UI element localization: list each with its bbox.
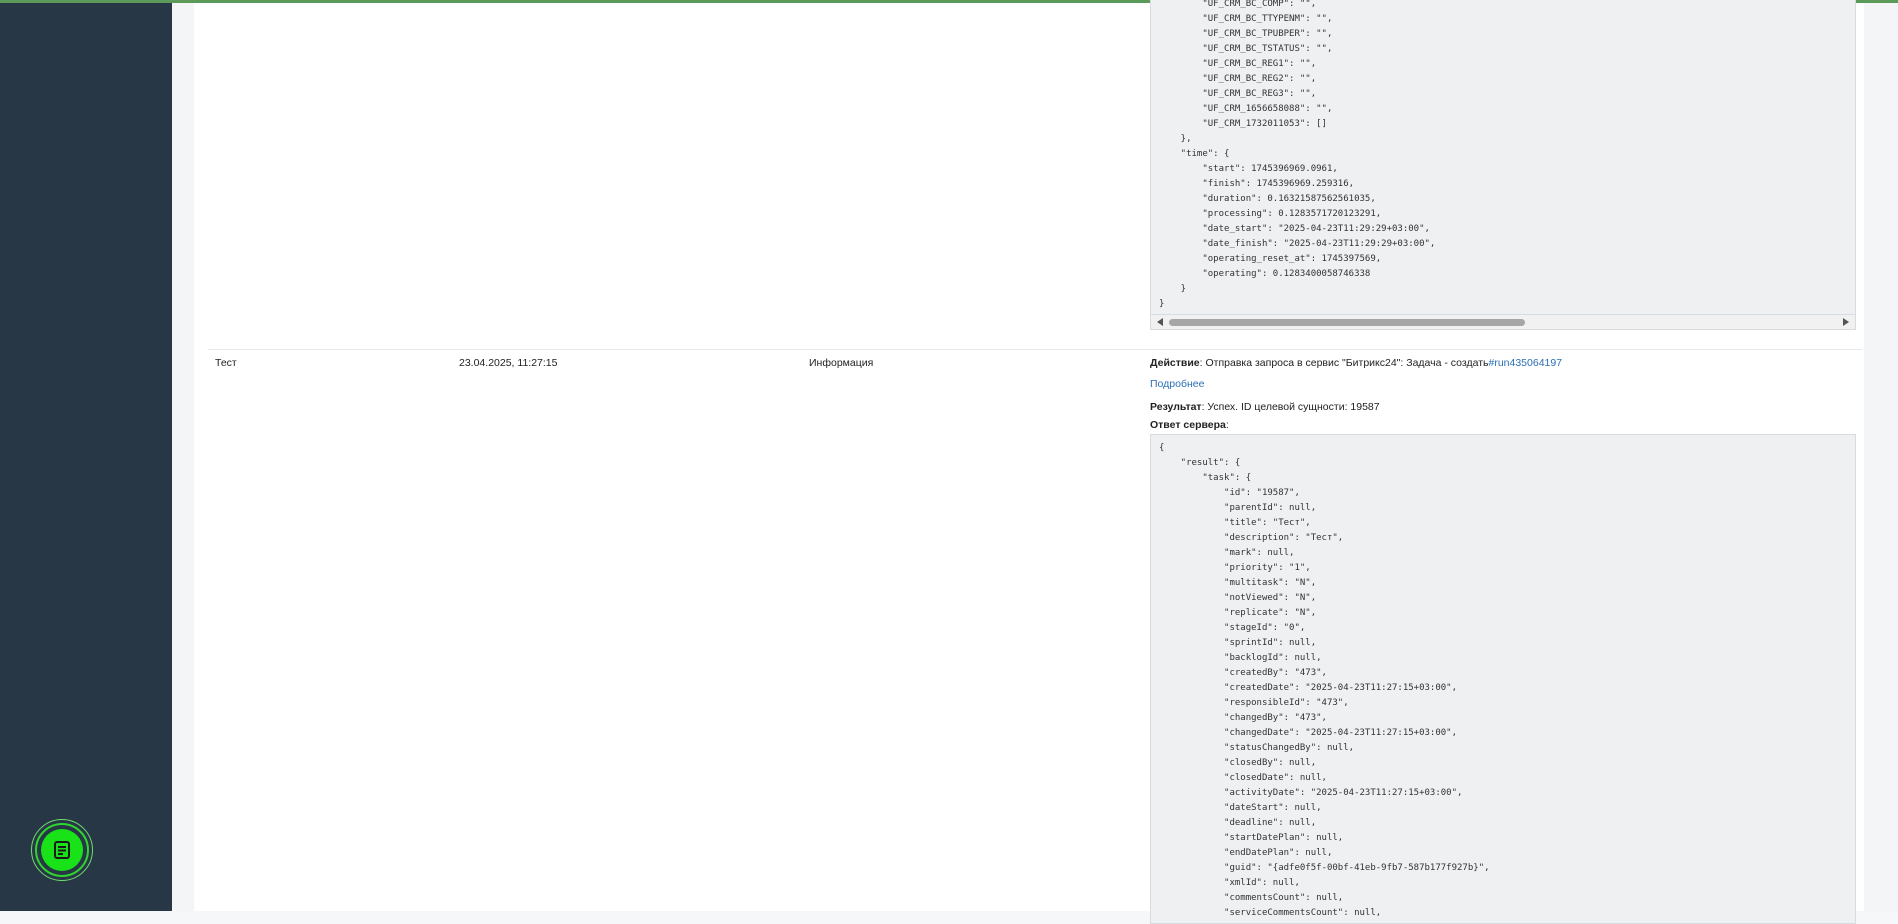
action-label: Действие: [1150, 357, 1200, 369]
code-line: "dateStart": null,: [1159, 803, 1322, 813]
document-lines-icon: [54, 841, 70, 859]
code-line: "id": "19587",: [1159, 488, 1300, 498]
code-line: "parentId": null,: [1159, 503, 1317, 513]
code-line: "date_start": "2025-04-23T11:29:29+03:00…: [1159, 224, 1430, 234]
code-line: "priority": "1",: [1159, 563, 1311, 573]
server-response-code-block-2: { "result": { "task": { "id": "19587", "…: [1150, 434, 1856, 924]
code-line: "mark": null,: [1159, 548, 1295, 558]
code-line: {: [1159, 443, 1165, 453]
code-line: "task": {: [1159, 473, 1252, 483]
code-line: "createdBy": "473",: [1159, 668, 1327, 678]
code-line: "operating": 0.1283400058746338: [1159, 269, 1371, 279]
code-line: }: [1159, 299, 1165, 309]
code-line: "xmlId": null,: [1159, 878, 1300, 888]
code-line: "stageId": "0",: [1159, 623, 1306, 633]
code-line: "result": {: [1159, 458, 1241, 468]
code-line: "UF_CRM_1732011053": []: [1159, 119, 1327, 129]
code-line: "finish": 1745396969.259316,: [1159, 179, 1355, 189]
code-line: "operating_reset_at": 1745397569,: [1159, 254, 1382, 264]
response-label: Ответ сервера: [1150, 419, 1226, 431]
code-line: "UF_CRM_BC_TTYPENM": "",: [1159, 14, 1333, 24]
code-line: "statusChangedBy": null,: [1159, 743, 1355, 753]
server-response-code-block-1: "UF_CRM_BC_COMP": "", "UF_CRM_BC_TTYPENM…: [1150, 0, 1856, 330]
code-line: "changedBy": "473",: [1159, 713, 1327, 723]
horizontal-scrollbar[interactable]: [1150, 314, 1856, 330]
code-line: "UF_CRM_BC_TSTATUS": "",: [1159, 44, 1333, 54]
arrow-right-icon[interactable]: [1843, 318, 1849, 326]
action-line: Действие: Отправка запроса в сервис "Бит…: [1150, 357, 1562, 369]
log-name: Тест: [215, 357, 237, 369]
run-link[interactable]: #run435064197: [1488, 357, 1562, 369]
response-colon: :: [1225, 419, 1229, 431]
result-text: : Успех. ID целевой сущности: 19587: [1201, 401, 1380, 413]
log-datetime: 23.04.2025, 11:27:15: [459, 357, 558, 369]
left-sidebar: [0, 3, 172, 911]
code-line: "responsibleId": "473",: [1159, 698, 1349, 708]
code-line: "UF_CRM_BC_REG1": "",: [1159, 59, 1317, 69]
code-line: "createdDate": "2025-04-23T11:27:15+03:0…: [1159, 683, 1458, 693]
result-label: Результат: [1150, 401, 1202, 413]
row-divider: [208, 349, 1862, 350]
result-line: Результат: Успех. ID целевой сущности: 1…: [1150, 401, 1380, 413]
arrow-left-icon[interactable]: [1157, 318, 1163, 326]
code-line: "UF_CRM_1656658088": "",: [1159, 104, 1333, 114]
code-line: "guid": "{adfe0f5f-00bf-41eb-9fb7-587b17…: [1159, 863, 1490, 873]
code-line: "date_finish": "2025-04-23T11:29:29+03:0…: [1159, 239, 1436, 249]
code-line: "commentsCount": null,: [1159, 893, 1344, 903]
code-line: "changedDate": "2025-04-23T11:27:15+03:0…: [1159, 728, 1458, 738]
code-line: "sprintId": null,: [1159, 638, 1317, 648]
code-line: "activityDate": "2025-04-23T11:27:15+03:…: [1159, 788, 1463, 798]
code-line: "processing": 0.1283571720123291,: [1159, 209, 1382, 219]
chat-fab-button[interactable]: [41, 829, 83, 871]
code-line: "multitask": "N",: [1159, 578, 1317, 588]
code-line: }: [1159, 284, 1187, 294]
code-line: "backlogId": null,: [1159, 653, 1322, 663]
code-line: "notViewed": "N",: [1159, 593, 1317, 603]
code-line: "deadline": null,: [1159, 818, 1317, 828]
left-gutter: [172, 3, 194, 911]
details-link[interactable]: Подробнее: [1150, 378, 1204, 390]
code-line: "UF_CRM_BC_REG3": "",: [1159, 89, 1317, 99]
code-line: "closedDate": null,: [1159, 773, 1327, 783]
log-level: Информация: [809, 357, 874, 369]
code-line: },: [1159, 134, 1192, 144]
code-line: "UF_CRM_BC_COMP": "",: [1159, 0, 1317, 9]
code-line: "UF_CRM_BC_TPUBPER": "",: [1159, 29, 1333, 39]
code-line: "closedBy": null,: [1159, 758, 1317, 768]
code-line: "serviceCommentsCount": null,: [1159, 908, 1382, 918]
scrollbar-thumb[interactable]: [1169, 319, 1525, 326]
code-line: "duration": 0.16321587562561035,: [1159, 194, 1376, 204]
response-line: Ответ сервера:: [1150, 419, 1229, 431]
code-line: "time": {: [1159, 149, 1230, 159]
code-line: "startDatePlan": null,: [1159, 833, 1344, 843]
code-line: "UF_CRM_BC_REG2": "",: [1159, 74, 1317, 84]
action-text: : Отправка запроса в сервис "Битрикс24":…: [1199, 357, 1489, 369]
code-line: "description": "Тест",: [1159, 533, 1344, 543]
code-line: "replicate": "N",: [1159, 608, 1317, 618]
code-line: "start": 1745396969.0961,: [1159, 164, 1338, 174]
right-gutter: [1864, 3, 1898, 911]
code-line: "endDatePlan": null,: [1159, 848, 1333, 858]
code-line: "title": "Тест",: [1159, 518, 1311, 528]
